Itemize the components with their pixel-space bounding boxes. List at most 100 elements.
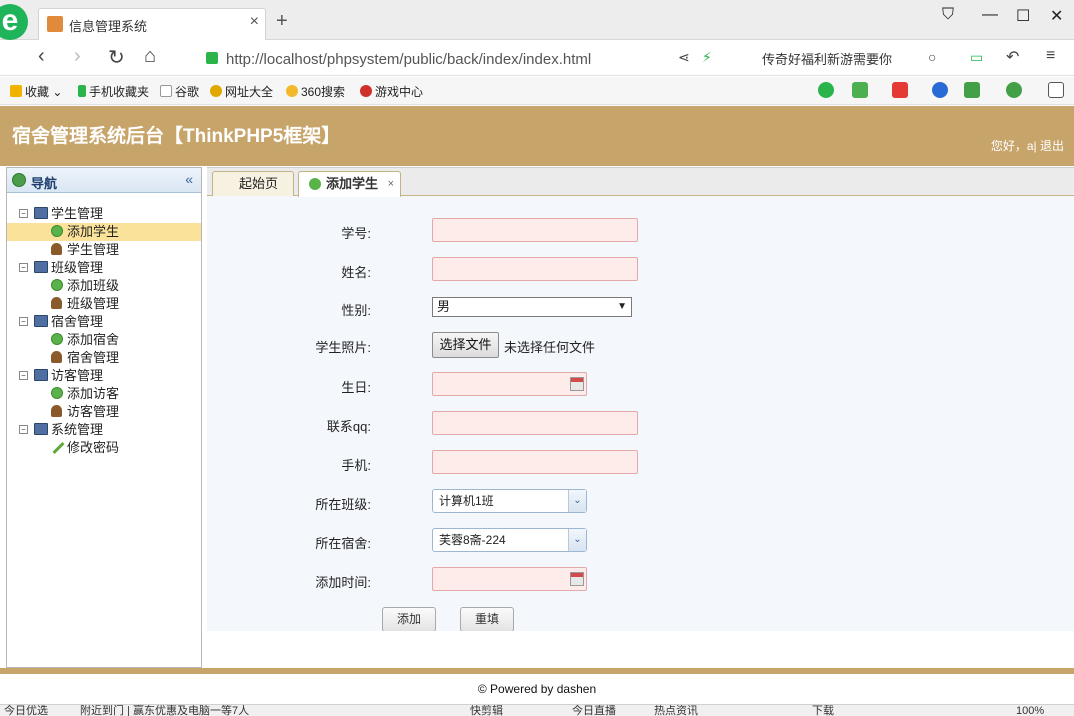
- search-input[interactable]: 传奇好福利新游需要你: [752, 46, 952, 70]
- phone-icon: [78, 85, 86, 97]
- status-item[interactable]: 热点资讯: [654, 705, 698, 716]
- bookmark-games[interactable]: 游戏中心: [360, 83, 423, 100]
- scissors-icon[interactable]: [892, 82, 908, 98]
- birthday-input[interactable]: [432, 372, 587, 396]
- add-time-input[interactable]: [432, 567, 587, 591]
- reload-icon[interactable]: ↻: [108, 45, 125, 70]
- translate-icon[interactable]: [852, 82, 868, 98]
- submit-button[interactable]: 添加: [382, 607, 436, 632]
- class-select[interactable]: 计算机1班 ⌄: [432, 489, 587, 513]
- tree-item-manage-dorms[interactable]: 宿舍管理: [7, 349, 201, 367]
- dorm-select[interactable]: 芙蓉8斋-224 ⌄: [432, 528, 587, 552]
- magnifier-icon[interactable]: [932, 82, 948, 98]
- tree-item-label: 宿舍管理: [67, 350, 120, 365]
- home-icon[interactable]: ⌂: [144, 45, 156, 68]
- battery-icon[interactable]: ▭: [970, 49, 983, 66]
- choose-file-button[interactable]: 选择文件: [432, 332, 499, 358]
- new-tab-icon[interactable]: +: [276, 10, 288, 33]
- form-row-class: 所在班级: 计算机1班 ⌄: [207, 489, 1074, 515]
- tree-group-label: 学生管理: [51, 206, 104, 221]
- monitor-icon: [34, 423, 48, 435]
- student-no-label: 学号:: [341, 226, 371, 241]
- gender-select[interactable]: 男 ▼: [432, 297, 632, 317]
- logout-link[interactable]: 退出: [1040, 139, 1064, 153]
- browser-nav-bar: ‹ › ↻ ⌂ http://localhost/phpsystem/publi…: [0, 40, 1074, 76]
- menu-icon[interactable]: ≡: [1046, 47, 1055, 65]
- status-item[interactable]: 下载: [812, 705, 834, 716]
- bookmark-sites[interactable]: 网址大全: [210, 83, 273, 100]
- search-suggestion: 传奇好福利新游需要你: [762, 52, 893, 67]
- forward-icon[interactable]: ›: [74, 45, 81, 68]
- status-item[interactable]: 今日优选: [4, 705, 48, 716]
- phone-input[interactable]: [432, 450, 638, 474]
- share-icon[interactable]: ⋖: [678, 49, 690, 66]
- form-row-add-time: 添加时间:: [207, 567, 1074, 593]
- collapse-toggle-icon[interactable]: −: [19, 263, 28, 272]
- gamepad-icon[interactable]: [964, 82, 980, 98]
- tree-group-dorms[interactable]: − 宿舍管理: [7, 313, 201, 331]
- close-tab-icon[interactable]: ×: [388, 172, 394, 196]
- calendar-icon[interactable]: [570, 377, 584, 391]
- tree-item-label: 学生管理: [67, 242, 120, 257]
- address-bar[interactable]: http://localhost/phpsystem/public/back/i…: [196, 44, 736, 72]
- phone-label: 手机:: [341, 458, 371, 473]
- coin-icon[interactable]: [1006, 82, 1022, 98]
- tree-item-add-dorm[interactable]: 添加宿舍: [7, 331, 201, 349]
- undo-icon[interactable]: ↶: [1006, 47, 1019, 67]
- bookmark-mobile[interactable]: 手机收藏夹: [78, 83, 149, 100]
- minimize-icon[interactable]: —: [982, 6, 998, 24]
- form-row-dorm: 所在宿舍: 芙蓉8斋-224 ⌄: [207, 528, 1074, 554]
- grid-icon[interactable]: [1048, 82, 1064, 98]
- tree-item-label: 添加访客: [67, 386, 120, 401]
- zoom-level[interactable]: 100%: [1016, 705, 1044, 716]
- tree-group-students[interactable]: − 学生管理: [7, 205, 201, 223]
- form-row-name: 姓名:: [207, 257, 1074, 283]
- calendar-icon[interactable]: [570, 572, 584, 586]
- tree-item-add-visitor[interactable]: 添加访客: [7, 385, 201, 403]
- bookmark-google[interactable]: 谷歌: [160, 83, 199, 100]
- bookmarks-bar: 收藏 ⌄ 手机收藏夹 谷歌 网址大全 360搜索 游戏中心: [0, 77, 1074, 105]
- search-icon[interactable]: ○: [928, 49, 936, 65]
- tree-group-label: 宿舍管理: [51, 314, 104, 329]
- back-icon[interactable]: ‹: [38, 45, 45, 68]
- status-item[interactable]: 快剪辑: [470, 705, 503, 716]
- collapse-toggle-icon[interactable]: −: [19, 371, 28, 380]
- lightning-icon[interactable]: ⚡: [702, 49, 712, 66]
- window-close-icon[interactable]: ✕: [1050, 6, 1063, 26]
- collapse-toggle-icon[interactable]: −: [19, 425, 28, 434]
- browser-tab[interactable]: 信息管理系统 ×: [38, 8, 266, 40]
- reset-button[interactable]: 重填: [460, 607, 514, 632]
- tree-item-manage-visitors[interactable]: 访客管理: [7, 403, 201, 421]
- tab-add-student[interactable]: 添加学生 ×: [298, 171, 401, 197]
- qq-input[interactable]: [432, 411, 638, 435]
- status-item[interactable]: 附近到门 | 赢东优惠及电脑一等7人: [80, 705, 249, 716]
- shirt-icon[interactable]: ⛉: [942, 6, 954, 24]
- tree-item-label: 添加学生: [67, 224, 120, 239]
- tree-group-visitors[interactable]: − 访客管理: [7, 367, 201, 385]
- tab-home[interactable]: 起始页: [212, 171, 294, 196]
- collapse-icon[interactable]: «: [185, 171, 193, 187]
- extension-icon[interactable]: [818, 82, 834, 98]
- collapse-toggle-icon[interactable]: −: [19, 209, 28, 218]
- photo-label: 学生照片:: [315, 340, 371, 355]
- footer-text: © Powered by dashen: [477, 682, 597, 696]
- bookmark-360[interactable]: 360搜索: [286, 83, 345, 100]
- tree-item-change-password[interactable]: 修改密码: [7, 439, 201, 457]
- status-item[interactable]: 今日直播: [572, 705, 616, 716]
- tree-group-system[interactable]: − 系统管理: [7, 421, 201, 439]
- form-row-gender: 性别: 男 ▼: [207, 295, 1074, 321]
- address-url: http://localhost/phpsystem/public/back/i…: [226, 51, 592, 68]
- tree-item-manage-classes[interactable]: 班级管理: [7, 295, 201, 313]
- tree-group-classes[interactable]: − 班级管理: [7, 259, 201, 277]
- page-tabs: 起始页 添加学生 ×: [207, 168, 1074, 197]
- maximize-icon[interactable]: ☐: [1016, 6, 1030, 26]
- bookmark-favorites[interactable]: 收藏 ⌄: [10, 83, 62, 100]
- tree-item-add-student[interactable]: 添加学生: [7, 223, 201, 241]
- name-input[interactable]: [432, 257, 638, 281]
- student-no-input[interactable]: [432, 218, 638, 242]
- tree-item-add-class[interactable]: 添加班级: [7, 277, 201, 295]
- tree-item-manage-students[interactable]: 学生管理: [7, 241, 201, 259]
- collapse-toggle-icon[interactable]: −: [19, 317, 28, 326]
- close-tab-icon[interactable]: ×: [250, 13, 259, 31]
- chevron-down-icon: ⌄: [568, 529, 586, 551]
